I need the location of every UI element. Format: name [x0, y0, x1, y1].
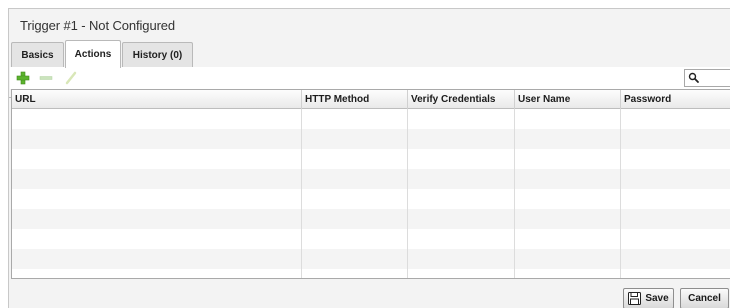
empty-row — [12, 209, 730, 229]
column-divider — [514, 109, 515, 278]
actions-toolbar — [10, 67, 730, 89]
empty-row — [12, 169, 730, 189]
empty-row — [12, 109, 730, 129]
column-header-verify-credentials[interactable]: Verify Credentials — [408, 90, 515, 109]
table-header: URL HTTP Method Verify Credentials User … — [12, 90, 730, 109]
empty-row — [12, 229, 730, 249]
save-button-label: Save — [645, 293, 669, 304]
dialog-footer: Save Cancel — [9, 279, 730, 308]
save-button[interactable]: Save — [623, 288, 674, 308]
empty-row — [12, 149, 730, 169]
plus-icon[interactable] — [16, 71, 30, 85]
empty-row — [12, 189, 730, 209]
cancel-button-label: Cancel — [688, 293, 721, 304]
tab-actions[interactable]: Actions — [65, 40, 121, 68]
tab-bar: Basics Actions History (0) — [9, 40, 730, 98]
minus-icon[interactable] — [39, 71, 53, 85]
column-divider — [620, 109, 621, 278]
column-header-http-method[interactable]: HTTP Method — [302, 90, 408, 109]
magnifier-icon — [688, 72, 699, 83]
empty-row — [12, 269, 730, 278]
column-header-url[interactable]: URL — [12, 90, 302, 109]
floppy-disk-icon — [628, 292, 642, 305]
column-divider — [301, 109, 302, 278]
dialog-title: Trigger #1 - Not Configured — [20, 18, 176, 33]
column-divider — [407, 109, 408, 278]
table-body — [12, 109, 730, 278]
column-header-user-name[interactable]: User Name — [515, 90, 621, 109]
tab-history[interactable]: History (0) — [122, 42, 193, 67]
search-input[interactable] — [684, 69, 730, 87]
pencil-icon[interactable] — [64, 71, 78, 85]
tab-basics[interactable]: Basics — [11, 42, 64, 67]
trigger-dialog: Trigger #1 - Not Configured Basics Actio… — [8, 8, 730, 308]
actions-table: URL HTTP Method Verify Credentials User … — [11, 89, 730, 279]
empty-row — [12, 129, 730, 149]
empty-row — [12, 249, 730, 269]
cancel-button[interactable]: Cancel — [680, 288, 729, 308]
column-header-password[interactable]: Password — [621, 90, 730, 109]
